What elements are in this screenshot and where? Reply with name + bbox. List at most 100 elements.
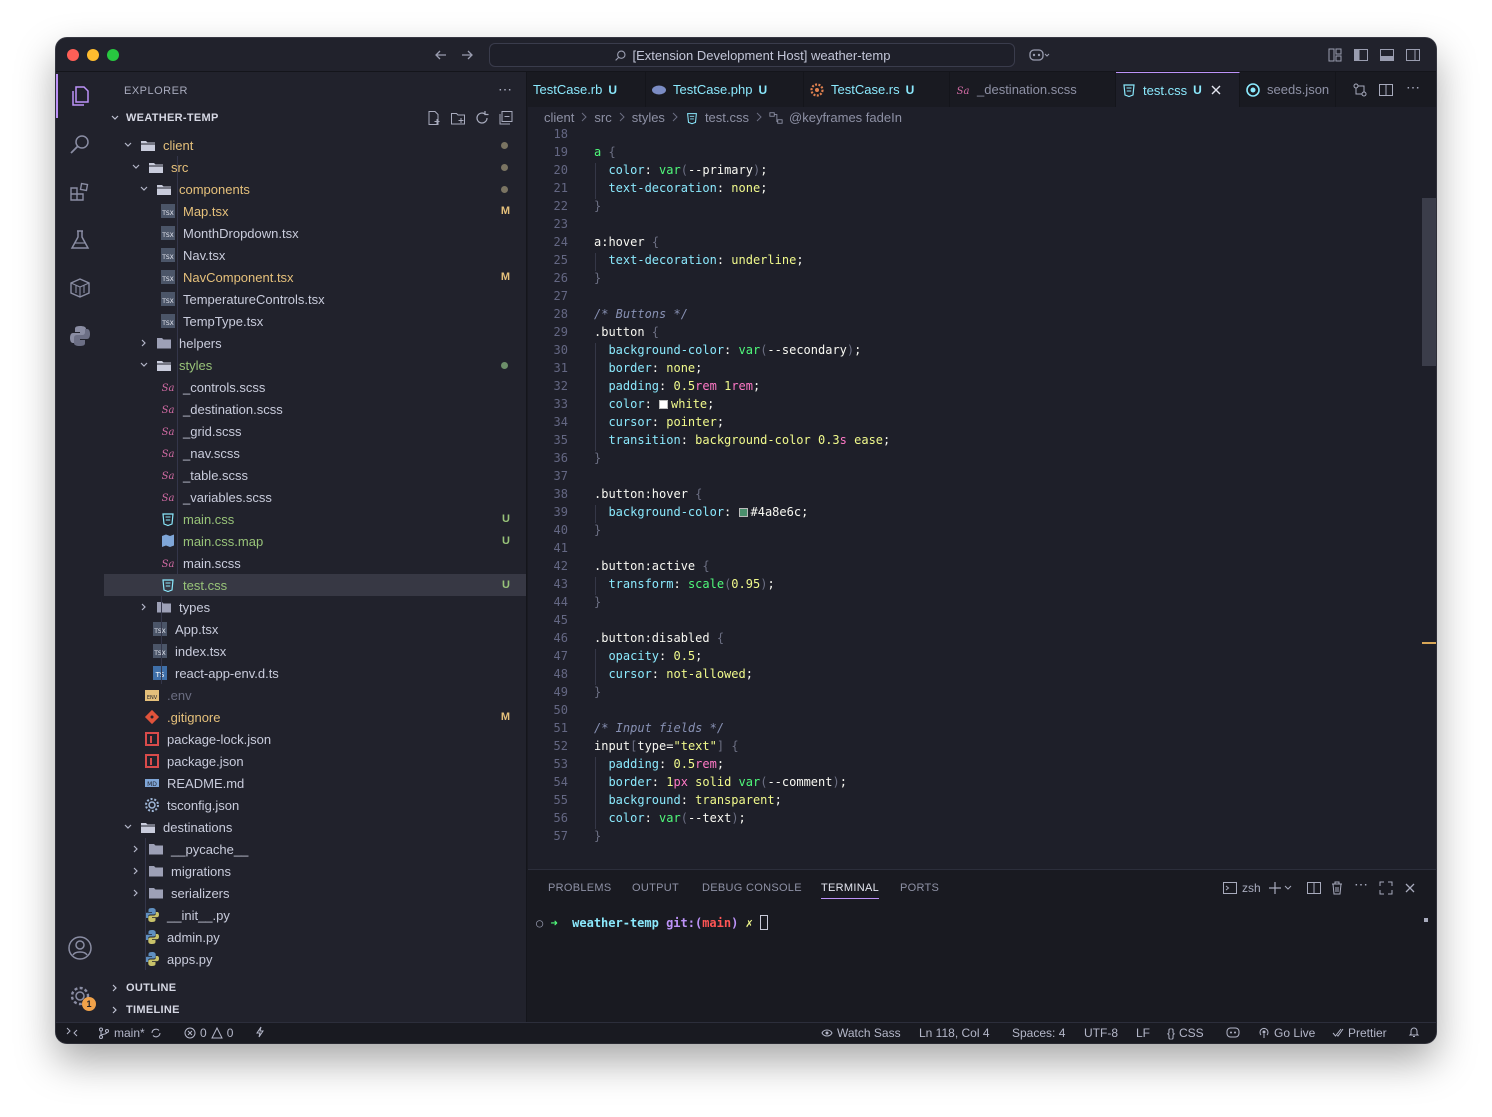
file-row[interactable]: TSX TemperatureControls.tsx: [104, 288, 526, 310]
terminal-prompt[interactable]: ○ ➜ weather-temp git:(main) ✗: [536, 915, 769, 930]
collapse-all-icon[interactable]: [498, 110, 514, 126]
remote-indicator[interactable]: [66, 1026, 78, 1038]
search-activity[interactable]: [66, 130, 94, 158]
editor-tab[interactable]: Sa _destination.scss: [950, 72, 1116, 107]
file-row[interactable]: ENV .env: [104, 684, 526, 706]
panel-more-icon[interactable]: ⋯: [1354, 876, 1368, 893]
toggle-primary-sidebar-icon[interactable]: [1353, 47, 1369, 63]
folder-row[interactable]: components: [104, 178, 526, 200]
cursor-position[interactable]: Ln 118, Col 4: [919, 1026, 990, 1040]
color-swatch[interactable]: [659, 400, 669, 409]
editor-tab[interactable]: TestCase.php U: [646, 72, 804, 107]
testing-activity[interactable]: [66, 226, 94, 254]
breadcrumb-item[interactable]: test.css: [705, 110, 749, 125]
extensions-activity[interactable]: [66, 178, 94, 206]
file-row[interactable]: __init__.py: [104, 904, 526, 926]
editor-scrollbar[interactable]: [1422, 198, 1436, 366]
zoom-window-button[interactable]: [107, 49, 119, 61]
trash-icon[interactable]: [1329, 880, 1345, 896]
go-live-button[interactable]: Go Live: [1258, 1026, 1315, 1040]
color-swatch[interactable]: [738, 508, 748, 517]
accounts-activity[interactable]: [66, 934, 94, 962]
file-row[interactable]: Sa _nav.scss: [104, 442, 526, 464]
breadcrumb-item[interactable]: @keyframes fadeIn: [789, 110, 902, 125]
breadcrumb-item[interactable]: client: [544, 110, 574, 125]
file-row[interactable]: Sa main.scss: [104, 552, 526, 574]
lightning-indicator[interactable]: [254, 1026, 266, 1038]
file-row[interactable]: TSX Map.tsx M: [104, 200, 526, 222]
file-row[interactable]: package.json: [104, 750, 526, 772]
encoding[interactable]: UTF-8: [1084, 1026, 1118, 1040]
shell-name[interactable]: zsh: [1242, 881, 1261, 895]
toggle-panel-icon[interactable]: [1379, 47, 1395, 63]
file-row[interactable]: admin.py: [104, 926, 526, 948]
editor-tab[interactable]: TestCase.rs U: [804, 72, 950, 107]
back-arrow-icon[interactable]: [433, 47, 449, 63]
file-row[interactable]: .gitignore M: [104, 706, 526, 728]
folder-row[interactable]: styles: [104, 354, 526, 376]
editor-tab[interactable]: test.css U: [1116, 72, 1240, 107]
code-editor[interactable]: 18 19 a {20 color: var(--primary); 21 text-…: [528, 124, 1422, 869]
file-row[interactable]: TS react-app-env.d.ts: [104, 662, 526, 684]
language-mode[interactable]: {} CSS: [1167, 1026, 1204, 1040]
panel-tab-ports[interactable]: PORTS: [900, 882, 939, 894]
manage-activity[interactable]: 1: [66, 982, 96, 1011]
split-terminal-icon[interactable]: [1306, 880, 1322, 896]
file-row[interactable]: TSX App.tsx: [104, 618, 526, 640]
toggle-secondary-sidebar-icon[interactable]: [1405, 47, 1421, 63]
outline-section[interactable]: OUTLINE: [110, 982, 176, 994]
forward-arrow-icon[interactable]: [459, 47, 475, 63]
folder-row[interactable]: serializers: [104, 882, 526, 904]
minimize-window-button[interactable]: [87, 49, 99, 61]
watch-sass-button[interactable]: Watch Sass: [821, 1026, 901, 1040]
new-file-icon[interactable]: [426, 110, 442, 126]
file-row[interactable]: TSX Nav.tsx: [104, 244, 526, 266]
breadcrumb-item[interactable]: styles: [632, 110, 665, 125]
more-actions-icon[interactable]: ⋯: [498, 81, 512, 98]
breadcrumb-item[interactable]: src: [594, 110, 611, 125]
split-editor-icon[interactable]: [1378, 82, 1394, 98]
timeline-section[interactable]: TIMELINE: [110, 1004, 180, 1016]
file-row[interactable]: Sa _controls.scss: [104, 376, 526, 398]
editor-tab[interactable]: TestCase.rb U: [528, 72, 646, 107]
explorer-activity[interactable]: [66, 82, 94, 110]
new-terminal-icon[interactable]: [1268, 880, 1294, 896]
indentation[interactable]: Spaces: 4: [1012, 1026, 1065, 1040]
file-row[interactable]: MD README.md: [104, 772, 526, 794]
problems-indicator[interactable]: 0 0: [184, 1026, 233, 1040]
close-tab-icon[interactable]: [1210, 84, 1222, 96]
branch-indicator[interactable]: main*: [98, 1026, 163, 1040]
panel-tab-debug-console[interactable]: DEBUG CONSOLE: [702, 882, 802, 894]
refresh-icon[interactable]: [474, 110, 490, 126]
new-folder-icon[interactable]: [450, 110, 466, 126]
prettier-button[interactable]: Prettier: [1332, 1026, 1387, 1040]
python-activity[interactable]: [66, 322, 94, 350]
editor-tab[interactable]: seeds.json: [1240, 72, 1336, 107]
copilot-status[interactable]: [1226, 1026, 1240, 1038]
file-row[interactable]: main.css.map U: [104, 530, 526, 552]
end-of-line[interactable]: LF: [1136, 1026, 1150, 1040]
file-row[interactable]: TSX TempType.tsx: [104, 310, 526, 332]
workspace-root-header[interactable]: WEATHER-TEMP: [110, 112, 219, 124]
file-row[interactable]: Sa _table.scss: [104, 464, 526, 486]
folder-row[interactable]: client: [104, 134, 526, 156]
remote-explorer-activity[interactable]: [66, 274, 94, 302]
folder-row[interactable]: destinations: [104, 816, 526, 838]
copilot-icon[interactable]: [1029, 47, 1051, 63]
customize-layout-icon[interactable]: [1327, 47, 1343, 63]
file-row[interactable]: TSX index.tsx: [104, 640, 526, 662]
panel-tab-terminal[interactable]: TERMINAL: [821, 882, 880, 899]
file-row[interactable]: test.css U: [104, 574, 526, 596]
open-changes-icon[interactable]: [1352, 82, 1368, 98]
file-row[interactable]: package-lock.json: [104, 728, 526, 750]
folder-row[interactable]: types: [104, 596, 526, 618]
file-row[interactable]: Sa _variables.scss: [104, 486, 526, 508]
close-window-button[interactable]: [67, 49, 79, 61]
panel-tab-output[interactable]: OUTPUT: [632, 882, 679, 894]
editor-more-icon[interactable]: ⋯: [1406, 79, 1420, 96]
file-row[interactable]: Sa _grid.scss: [104, 420, 526, 442]
folder-row[interactable]: migrations: [104, 860, 526, 882]
notifications-button[interactable]: [1408, 1026, 1420, 1038]
file-row[interactable]: TSX NavComponent.tsx M: [104, 266, 526, 288]
file-row[interactable]: Sa _destination.scss: [104, 398, 526, 420]
